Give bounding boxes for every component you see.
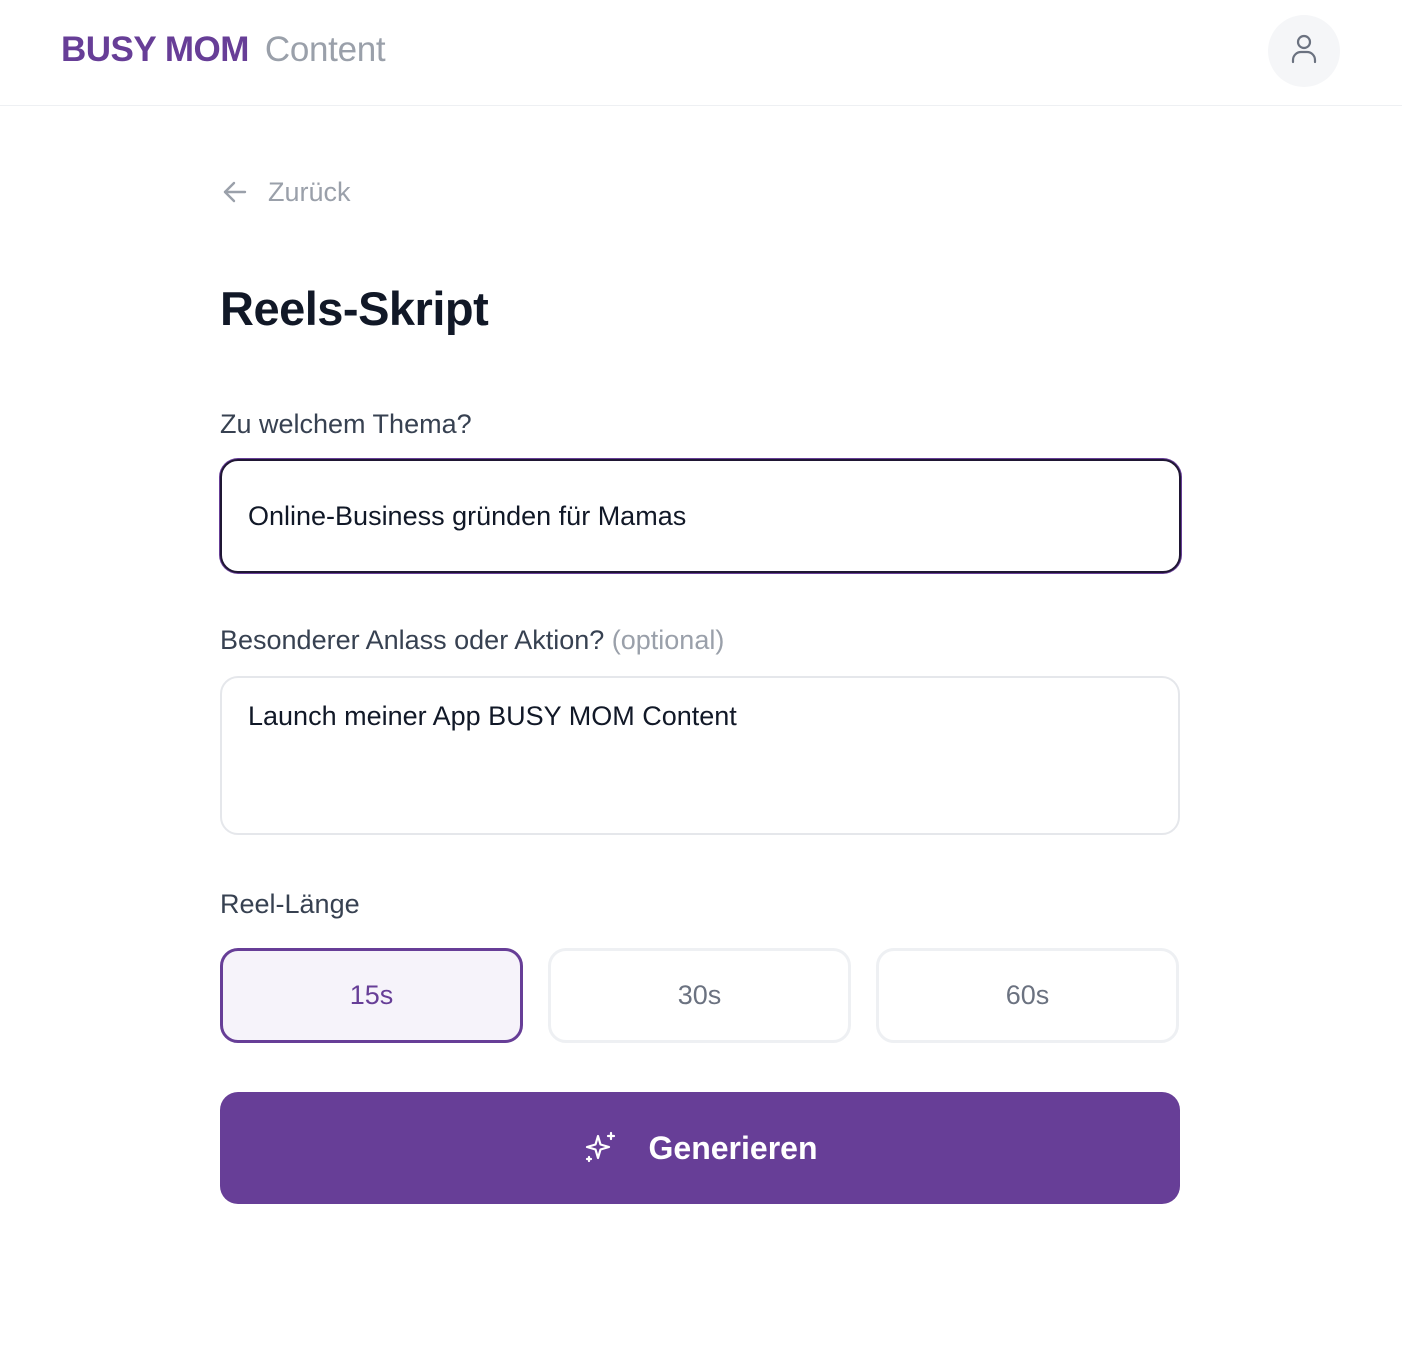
sparkles-icon bbox=[583, 1130, 619, 1166]
brand-name: BUSY MOM bbox=[61, 30, 249, 69]
back-link[interactable]: Zurück bbox=[220, 174, 351, 210]
length-option-15s[interactable]: 15s bbox=[220, 948, 523, 1043]
occasion-label-text: Besonderer Anlass oder Aktion? bbox=[220, 625, 605, 655]
app-root: BUSY MOM Content Zurück Reels-Skript Zu … bbox=[0, 0, 1402, 1372]
reel-length-selector: 15s 30s 60s bbox=[220, 948, 1180, 1043]
top-header: BUSY MOM Content bbox=[0, 0, 1402, 106]
topic-label: Zu welchem Thema? bbox=[220, 409, 472, 439]
length-option-30s[interactable]: 30s bbox=[548, 948, 851, 1043]
occasion-label: Besonderer Anlass oder Aktion? (optional… bbox=[220, 622, 724, 658]
brand-subtitle: Content bbox=[264, 30, 386, 69]
profile-button[interactable] bbox=[1268, 15, 1340, 87]
user-icon bbox=[1290, 34, 1318, 69]
reel-length-label: Reel-Länge bbox=[220, 889, 360, 919]
topic-input[interactable] bbox=[220, 459, 1181, 573]
generate-label: Generieren bbox=[648, 1129, 818, 1166]
arrow-left-icon bbox=[220, 177, 250, 207]
optional-hint: (optional) bbox=[611, 625, 725, 655]
occasion-textarea[interactable]: Launch meiner App BUSY MOM Content bbox=[220, 676, 1180, 835]
length-option-60s[interactable]: 60s bbox=[876, 948, 1179, 1043]
brand-logo[interactable]: BUSY MOM Content bbox=[61, 29, 386, 71]
page-title: Reels-Skript bbox=[220, 282, 489, 335]
generate-button[interactable]: Generieren bbox=[220, 1092, 1180, 1204]
back-label: Zurück bbox=[268, 177, 351, 207]
